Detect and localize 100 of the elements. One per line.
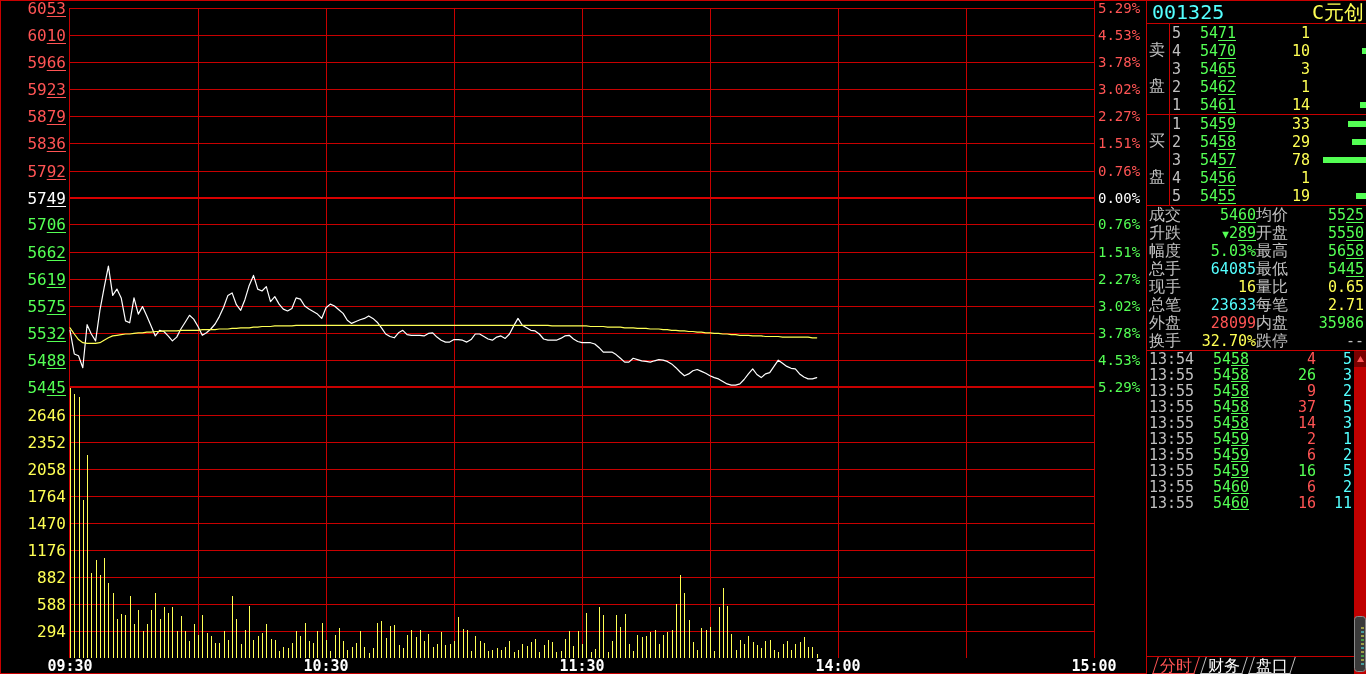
price-axis-label: 5662 bbox=[27, 242, 67, 262]
stat-value: 35986 bbox=[1318, 314, 1364, 332]
stat-label: 开盘 bbox=[1256, 224, 1288, 242]
stat-value: 0.65 bbox=[1327, 278, 1364, 296]
scrollbar[interactable] bbox=[1354, 351, 1366, 674]
price-axis-label: 5966 bbox=[27, 53, 67, 73]
price-axis-label: 5619 bbox=[27, 269, 67, 289]
volume-axis-label: 588 bbox=[37, 595, 66, 614]
stat-label: 每笔 bbox=[1256, 296, 1288, 314]
trade-time: 13:55 bbox=[1149, 463, 1195, 479]
order-level: 5 bbox=[1172, 187, 1182, 205]
stat-value: 64085 bbox=[1210, 260, 1256, 278]
trade-time: 13:55 bbox=[1149, 399, 1195, 415]
trade-volume: 9 bbox=[1306, 383, 1316, 399]
stat-label: 升跌 bbox=[1149, 224, 1181, 242]
volume-axis-label: 2058 bbox=[27, 460, 66, 479]
percent-axis-label: 5.29% bbox=[1098, 379, 1141, 395]
order-price: 5457 bbox=[1200, 151, 1237, 169]
order-volume: 1 bbox=[1300, 24, 1310, 42]
order-volume: 1 bbox=[1300, 78, 1310, 96]
trade-time: 13:55 bbox=[1149, 431, 1195, 447]
trade-count: 5 bbox=[1342, 399, 1352, 415]
percent-axis-label: 2.27% bbox=[1098, 270, 1141, 287]
order-price: 5462 bbox=[1200, 78, 1237, 96]
price-axis-label: 5792 bbox=[27, 161, 67, 181]
trade-time: 13:54 bbox=[1149, 351, 1195, 367]
up-triangle-icon bbox=[1356, 356, 1364, 362]
trade-price: 5458 bbox=[1213, 399, 1250, 415]
stat-label: 均价 bbox=[1256, 206, 1288, 224]
percent-axis-label: 0.00% bbox=[1098, 189, 1141, 206]
volume-axis-label: 882 bbox=[37, 568, 66, 587]
time-axis-label: 14:00 bbox=[815, 657, 861, 674]
order-volume: 14 bbox=[1291, 96, 1310, 114]
order-price: 5459 bbox=[1200, 115, 1237, 133]
percent-axis-label: 4.53% bbox=[1098, 26, 1141, 43]
view-tab[interactable]: 分时 bbox=[1152, 657, 1200, 674]
stat-value: -- bbox=[1345, 332, 1364, 350]
order-volume: 3 bbox=[1300, 60, 1310, 78]
trade-volume: 26 bbox=[1297, 367, 1316, 383]
volume-axis-label: 294 bbox=[37, 622, 66, 641]
order-volume: 19 bbox=[1291, 187, 1310, 205]
time-axis-label: 11:30 bbox=[559, 657, 605, 674]
down-triangle-icon: ▼ bbox=[1222, 229, 1229, 240]
scroll-thumb[interactable] bbox=[1354, 616, 1366, 672]
scroll-up-button[interactable] bbox=[1354, 351, 1366, 367]
price-axis-label: 5879 bbox=[27, 107, 67, 127]
trade-count: 5 bbox=[1342, 463, 1352, 479]
price-axis-label: 5445 bbox=[27, 378, 67, 397]
trade-price: 5458 bbox=[1213, 383, 1250, 399]
stat-label: 成交 bbox=[1149, 206, 1181, 224]
percent-axis-label: 0.76% bbox=[1098, 216, 1141, 233]
price-axis-label: 5836 bbox=[27, 134, 67, 154]
stat-value: 5525 bbox=[1327, 206, 1364, 224]
order-volume: 78 bbox=[1291, 151, 1310, 169]
trade-count: 3 bbox=[1342, 415, 1352, 431]
order-price: 5471 bbox=[1200, 24, 1237, 42]
percent-axis-label: 1.51% bbox=[1098, 135, 1141, 152]
stat-value: 5445 bbox=[1327, 260, 1364, 278]
price-axis-label: 5488 bbox=[27, 351, 67, 371]
percent-axis-label: 3.78% bbox=[1098, 54, 1141, 71]
trade-volume: 16 bbox=[1297, 495, 1316, 511]
volume-axis-label: 1176 bbox=[27, 541, 66, 560]
percent-axis-label: 3.02% bbox=[1098, 297, 1141, 314]
stat-label: 外盘 bbox=[1149, 314, 1181, 332]
trade-count: 2 bbox=[1342, 447, 1352, 463]
stat-value: 32.70% bbox=[1201, 332, 1256, 350]
trade-count: 3 bbox=[1342, 367, 1352, 383]
view-tab[interactable]: 盘口 bbox=[1248, 657, 1296, 674]
order-level: 1 bbox=[1172, 115, 1182, 133]
time-axis-label: 10:30 bbox=[303, 657, 349, 674]
order-price: 5456 bbox=[1200, 169, 1237, 187]
order-level: 3 bbox=[1172, 151, 1182, 169]
order-price: 5458 bbox=[1200, 133, 1237, 151]
order-side-label: 买盘 bbox=[1149, 130, 1165, 188]
trade-volume: 6 bbox=[1306, 479, 1316, 495]
trade-price: 5459 bbox=[1213, 447, 1250, 463]
price-axis-label: 5532 bbox=[27, 323, 67, 343]
trade-count: 11 bbox=[1333, 495, 1352, 511]
stat-label: 幅度 bbox=[1149, 242, 1181, 260]
stat-label: 总手 bbox=[1149, 260, 1181, 278]
stat-value: 28099 bbox=[1210, 314, 1256, 332]
order-volume: 10 bbox=[1291, 42, 1310, 60]
stat-label: 最低 bbox=[1256, 260, 1288, 278]
order-level: 5 bbox=[1172, 24, 1182, 42]
volume-axis-label: 1470 bbox=[27, 514, 66, 533]
price-axis-label: 5575 bbox=[27, 296, 67, 316]
volume-axis-label: 2646 bbox=[27, 406, 66, 425]
percent-axis-label: 4.53% bbox=[1098, 352, 1141, 369]
trade-volume: 37 bbox=[1297, 399, 1316, 415]
trade-volume: 4 bbox=[1306, 351, 1316, 367]
stat-value: 289 bbox=[1228, 224, 1256, 242]
stat-label: 最高 bbox=[1256, 242, 1288, 260]
stat-value: 5658 bbox=[1327, 242, 1364, 260]
stat-value: 23633 bbox=[1210, 296, 1256, 314]
view-tab[interactable]: 财务 bbox=[1200, 657, 1248, 674]
order-level: 1 bbox=[1172, 96, 1182, 114]
order-price: 5470 bbox=[1200, 42, 1237, 60]
stock-name: C元创 bbox=[1311, 1, 1364, 23]
stat-label: 跌停 bbox=[1256, 332, 1288, 350]
trade-volume: 14 bbox=[1297, 415, 1316, 431]
